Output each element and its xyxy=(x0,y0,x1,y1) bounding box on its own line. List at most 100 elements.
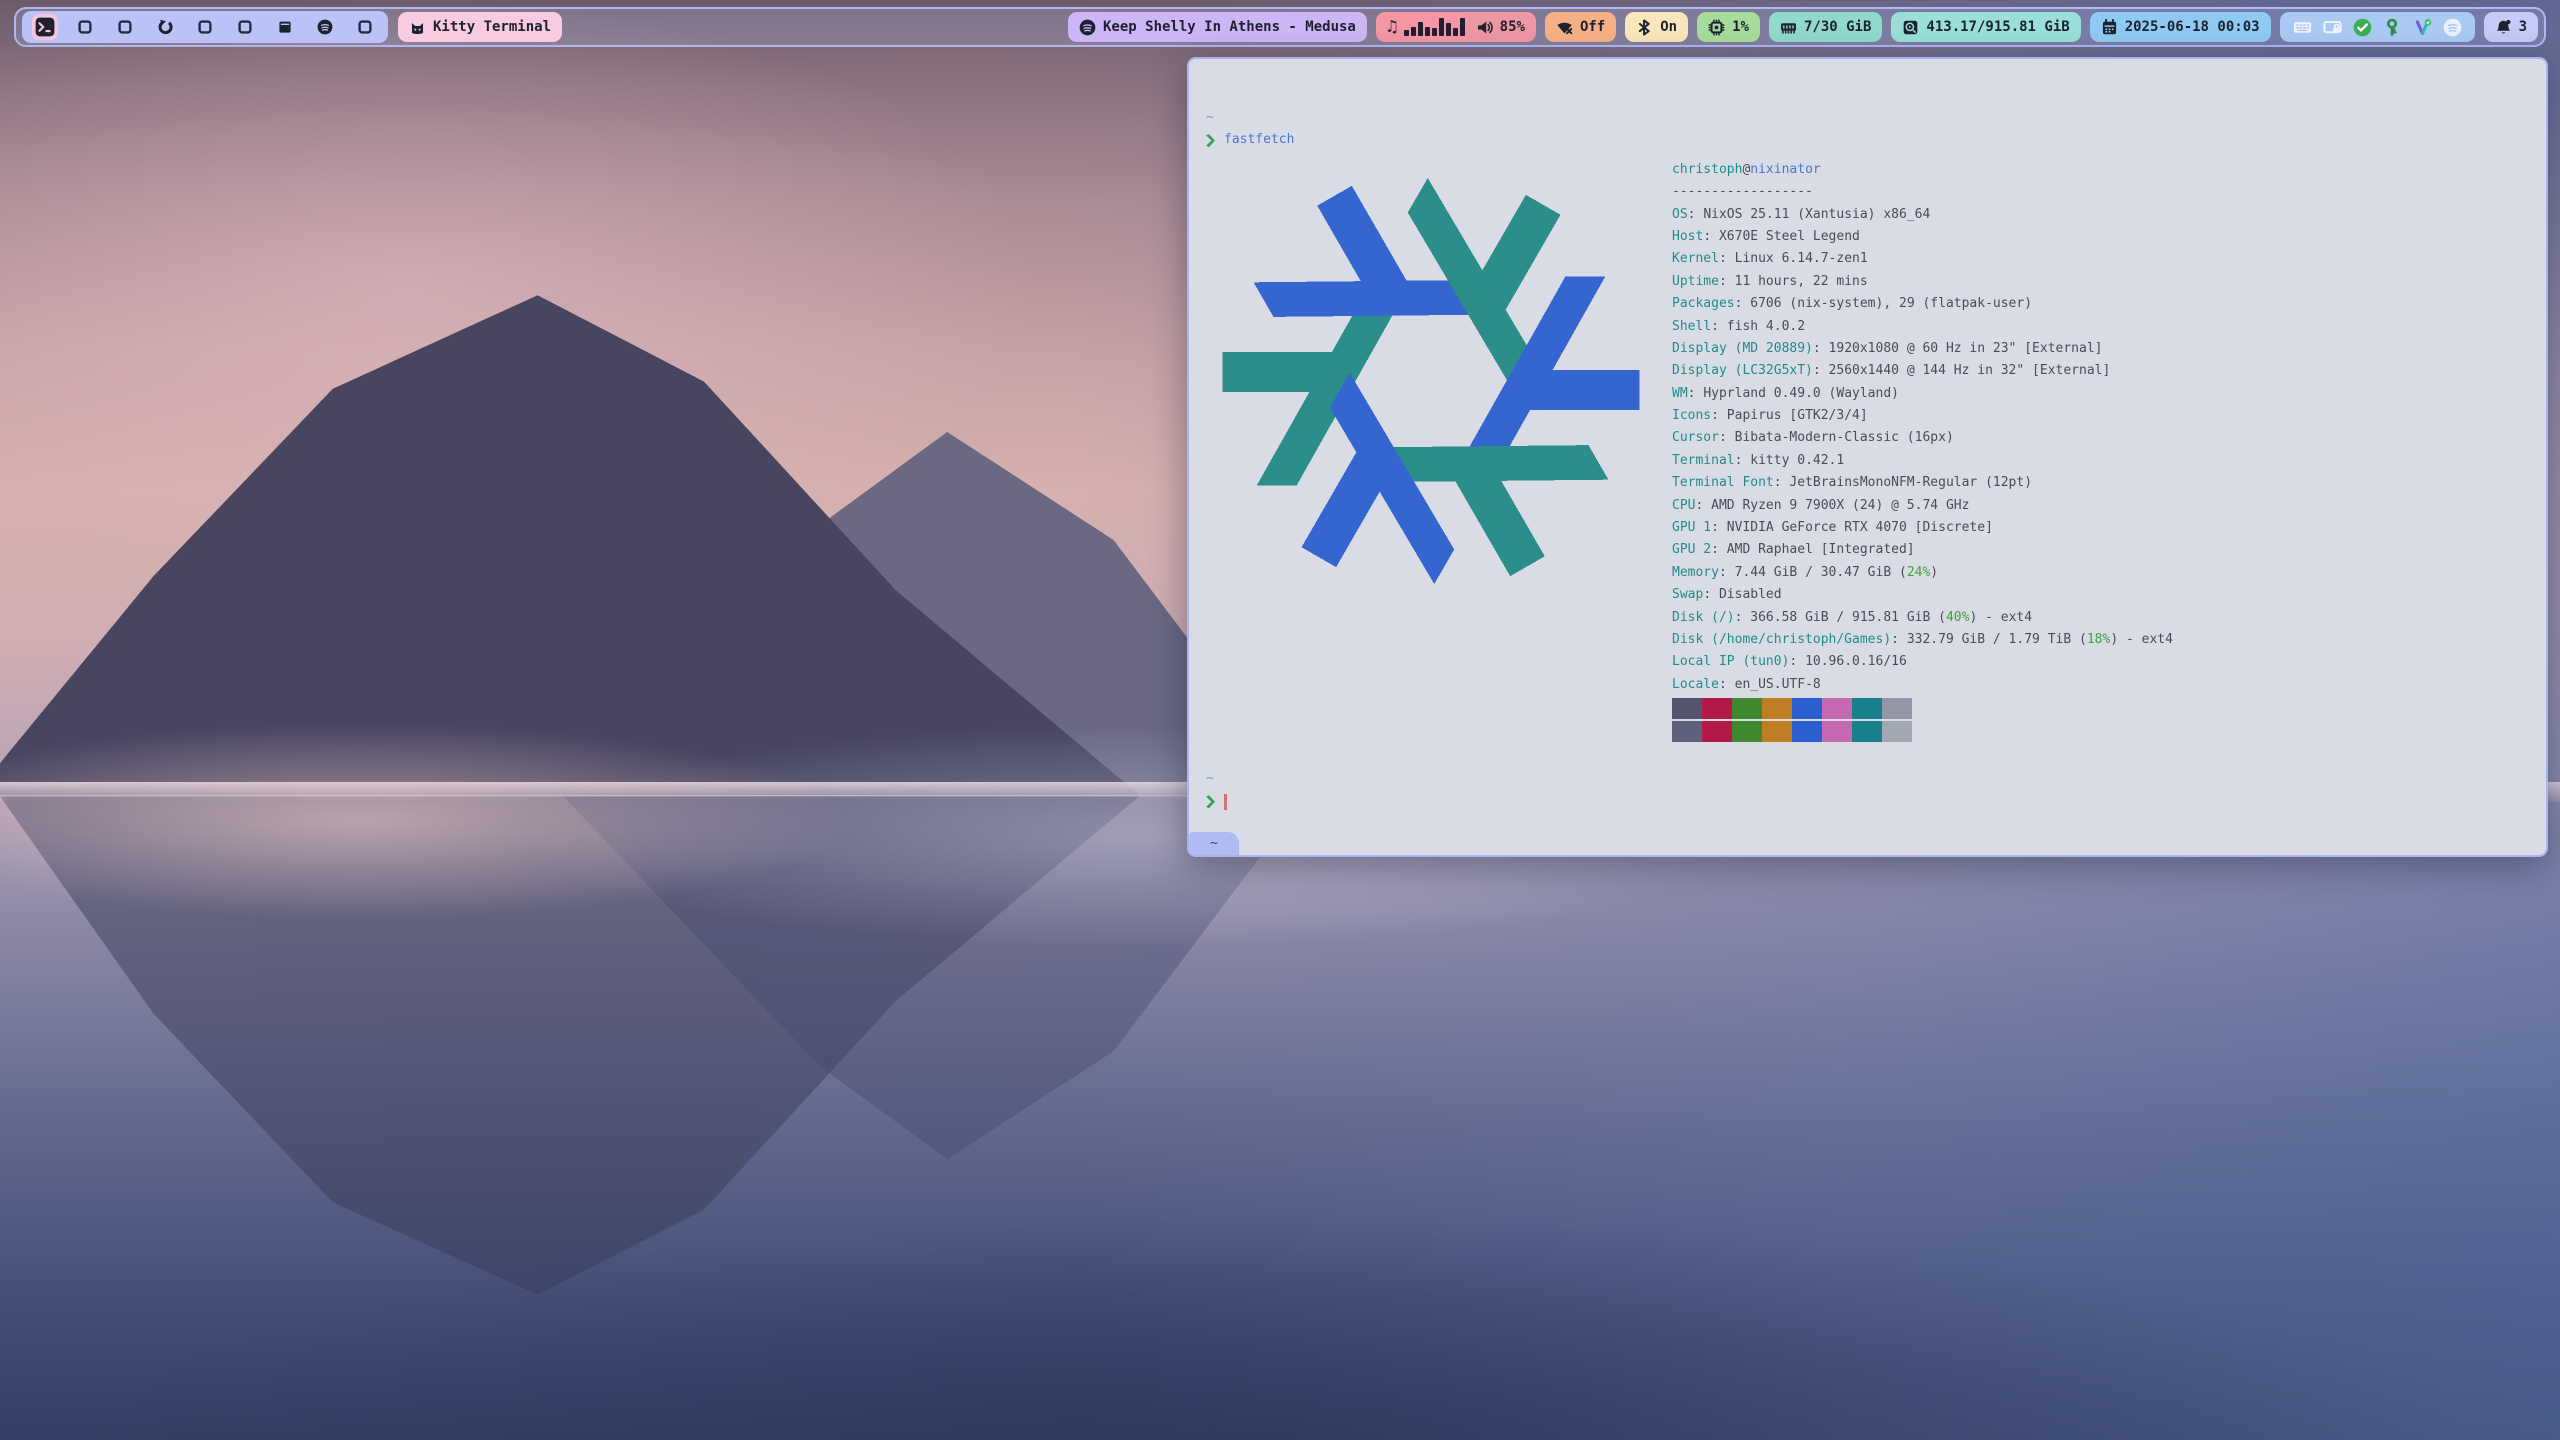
speaker-icon xyxy=(1476,19,1493,36)
workspace-8[interactable] xyxy=(312,14,338,40)
workspace-2[interactable] xyxy=(72,14,98,40)
clock-value: 2025-06-18 00:03 xyxy=(2125,19,2260,35)
palette-swatch xyxy=(1882,698,1912,719)
bell-icon xyxy=(2495,19,2512,36)
keyboard-tray-icon[interactable] xyxy=(2293,18,2312,37)
status-bar: Kitty Terminal Keep Shelly In Athens - M… xyxy=(14,7,2546,47)
system-tray xyxy=(2280,12,2475,42)
palette-swatch xyxy=(1792,698,1822,719)
fastfetch-line: Kernel: Linux 6.14.7-zen1 xyxy=(1672,248,2173,270)
workspace-9[interactable] xyxy=(352,14,378,40)
visualizer-bar xyxy=(1418,22,1423,36)
volume-widget[interactable]: 85% xyxy=(1465,12,1536,42)
prompt-path-line: ~ xyxy=(1206,107,2532,129)
fastfetch-output: christoph@nixinator------------------OS:… xyxy=(1206,159,2532,742)
bar-center-group: Keep Shelly In Athens - Medusa ♫ xyxy=(1068,12,1511,42)
fastfetch-line: CPU: AMD Ryzen 9 7900X (24) @ 5.74 GHz xyxy=(1672,495,2173,517)
music-note-icon: ♫ xyxy=(1387,17,1397,37)
fastfetch-line: Host: X670E Steel Legend xyxy=(1672,226,2173,248)
fastfetch-line: OS: NixOS 25.11 (Xantusia) x86_64 xyxy=(1672,204,2173,226)
media-widget[interactable]: Keep Shelly In Athens - Medusa xyxy=(1068,12,1367,42)
fastfetch-line: Cursor: Bibata-Modern-Classic (16px) xyxy=(1672,427,2173,449)
clock-widget[interactable]: 2025-06-18 00:03 xyxy=(2090,12,2271,42)
fastfetch-line: GPU 1: NVIDIA GeForce RTX 4070 [Discrete… xyxy=(1672,517,2173,539)
hdd-icon xyxy=(1902,19,1919,36)
fastfetch-line: Memory: 7.44 GiB / 30.47 GiB (24%) xyxy=(1672,562,2173,584)
network-widget[interactable]: Off xyxy=(1545,12,1616,42)
workspace-empty-icon xyxy=(77,19,93,35)
command-text: fastfetch xyxy=(1224,129,1294,151)
workspace-4[interactable] xyxy=(152,14,178,40)
vesktop-tray-icon[interactable] xyxy=(2413,18,2432,37)
fastfetch-line: WM: Hyprland 0.49.0 (Wayland) xyxy=(1672,383,2173,405)
disk-widget[interactable]: 413.17/915.81 GiB xyxy=(1891,12,2080,42)
visualizer-bar xyxy=(1439,18,1444,35)
workspace-5[interactable] xyxy=(192,14,218,40)
workspace-window-icon xyxy=(277,19,293,35)
fastfetch-line: Swap: Disabled xyxy=(1672,584,2173,606)
memory-widget[interactable]: 7/30 GiB xyxy=(1769,12,1882,42)
fastfetch-line: Disk (/home/christoph/Games): 332.79 GiB… xyxy=(1672,629,2173,651)
terminal-color-palette xyxy=(1672,721,2173,742)
text-cursor xyxy=(1224,794,1227,810)
ram-icon xyxy=(1780,19,1797,36)
visualizer-bar xyxy=(1453,28,1458,35)
palette-swatch xyxy=(1672,721,1702,742)
fastfetch-line: Local IP (tun0): 10.96.0.16/16 xyxy=(1672,651,2173,673)
workspace-empty-icon xyxy=(117,19,133,35)
palette-swatch xyxy=(1882,721,1912,742)
fastfetch-line: Packages: 6706 (nix-system), 29 (flatpak… xyxy=(1672,293,2173,315)
screencast-tray-icon[interactable] xyxy=(2323,18,2342,37)
workspace-6[interactable] xyxy=(232,14,258,40)
fastfetch-line: Shell: fish 4.0.2 xyxy=(1672,316,2173,338)
fastfetch-info: christoph@nixinator------------------OS:… xyxy=(1656,159,2173,742)
palette-swatch xyxy=(1822,721,1852,742)
key-tray-icon[interactable] xyxy=(2383,18,2402,37)
check-tray-icon[interactable] xyxy=(2353,18,2372,37)
calendar-icon xyxy=(2101,19,2118,36)
spotify-icon xyxy=(1079,19,1096,36)
spotify-light-tray-icon[interactable] xyxy=(2443,18,2462,37)
disk-value: 413.17/915.81 GiB xyxy=(1926,19,2069,35)
fastfetch-line: Terminal Font: JetBrainsMonoNFM-Regular … xyxy=(1672,472,2173,494)
workspace-3[interactable] xyxy=(112,14,138,40)
fastfetch-line: Uptime: 11 hours, 22 mins xyxy=(1672,271,2173,293)
volume-value: 85% xyxy=(1500,19,1525,35)
workspace-spotify-icon xyxy=(317,19,333,35)
palette-swatch xyxy=(1792,721,1822,742)
palette-swatch xyxy=(1732,698,1762,719)
network-value: Off xyxy=(1580,19,1605,35)
palette-swatch xyxy=(1762,698,1792,719)
workspace-1-active[interactable] xyxy=(32,14,58,40)
fastfetch-line: Display (MD 20889): 1920x1080 @ 60 Hz in… xyxy=(1672,338,2173,360)
workspace-empty-icon xyxy=(357,19,373,35)
visualizer-bar xyxy=(1404,30,1409,35)
terminal-window[interactable]: ~ fastfetch christoph@nixinator---------… xyxy=(1187,57,2548,857)
bluetooth-widget[interactable]: On xyxy=(1625,12,1688,42)
workspace-switcher xyxy=(22,11,388,43)
notification-count: 3 xyxy=(2519,19,2527,35)
window-title-label: Kitty Terminal xyxy=(433,19,551,35)
palette-swatch xyxy=(1672,698,1702,719)
prompt-path: ~ xyxy=(1206,107,1214,129)
cat-icon xyxy=(409,19,426,36)
cpu-widget[interactable]: 1% xyxy=(1697,12,1760,42)
command-line: fastfetch xyxy=(1206,129,2532,151)
palette-swatch xyxy=(1822,698,1852,719)
notifications-widget[interactable]: 3 xyxy=(2484,12,2538,42)
fastfetch-separator: ------------------ xyxy=(1672,181,2173,203)
visualizer-bar xyxy=(1446,23,1451,35)
palette-swatch xyxy=(1762,721,1792,742)
prompt-path-line-2: ~ xyxy=(1206,768,2532,790)
wifi-off-icon xyxy=(1556,19,1573,36)
tab-home[interactable]: ~ xyxy=(1189,832,1239,855)
cpu-icon xyxy=(1708,19,1725,36)
fastfetch-line: Icons: Papirus [GTK2/3/4] xyxy=(1672,405,2173,427)
prompt-path-2: ~ xyxy=(1206,768,1214,790)
nixos-logo xyxy=(1206,159,1656,742)
workspace-empty-icon xyxy=(197,19,213,35)
active-window-title[interactable]: Kitty Terminal xyxy=(398,12,562,42)
workspace-empty-icon xyxy=(237,19,253,35)
workspace-terminal-icon xyxy=(35,17,55,37)
workspace-7[interactable] xyxy=(272,14,298,40)
